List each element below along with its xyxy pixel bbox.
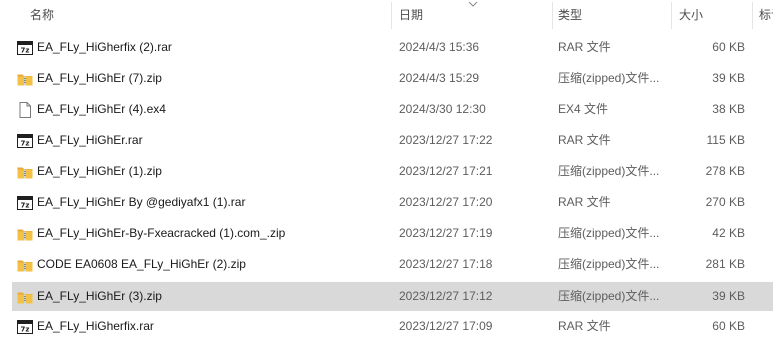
zip-folder-icon: [17, 289, 33, 305]
file-type: 压缩(zipped)文件...: [558, 289, 660, 303]
file-name: EA_FLy_HiGhEr (3).zip: [37, 289, 162, 303]
file-size: 39 KB: [712, 289, 745, 303]
zip-folder-icon: [17, 257, 33, 273]
column-header-size[interactable]: 大小: [679, 0, 749, 31]
zip-folder-icon: [17, 71, 33, 87]
file-type: 压缩(zipped)文件...: [558, 257, 660, 271]
file-row[interactable]: EA_FLy_HiGhEr-By-Fxeacracked (1).com_.zi…: [12, 219, 773, 248]
file-row[interactable]: EA_FLy_HiGhEr (4).ex4 2024/3/30 12:30 EX4 …: [12, 95, 773, 124]
file-row[interactable]: 7z EA_FLy_HiGherfix (2).rar 2024/4/3 15:36…: [12, 33, 773, 62]
file-row[interactable]: 7z EA_FLy_HiGhEr.rar 2023/12/27 17:22 RAR 文…: [12, 126, 773, 155]
file-name: EA_FLy_HiGhEr By @gediyafx1 (1).rar: [37, 195, 246, 209]
file-size: 278 KB: [705, 164, 745, 178]
file-row[interactable]: EA_FLy_HiGhEr (1).zip 2023/12/27 17:21 压缩(…: [12, 157, 773, 186]
column-header-tags[interactable]: 标记: [759, 0, 773, 31]
file-date: 2023/12/27 17:21: [399, 164, 493, 178]
file-type: 压缩(zipped)文件...: [558, 226, 660, 240]
zip-folder-icon: [17, 226, 33, 242]
svg-text:7z: 7z: [21, 140, 30, 148]
file-date: 2023/12/27 17:19: [399, 226, 493, 240]
rar-archive-icon: 7z: [17, 133, 33, 149]
file-name: EA_FLy_HiGhEr (7).zip: [37, 71, 162, 85]
file-type: RAR 文件: [558, 133, 611, 147]
column-divider[interactable]: [671, 2, 672, 29]
file-date: 2023/12/27 17:12: [399, 289, 493, 303]
file-row[interactable]: EA_FLy_HiGhEr (3).zip 2023/12/27 17:12 压缩(…: [12, 282, 773, 311]
column-divider[interactable]: [552, 2, 553, 29]
svg-text:7z: 7z: [21, 326, 30, 334]
svg-text:7z: 7z: [21, 202, 30, 210]
file-name: EA_FLy_HiGhEr.rar: [37, 133, 143, 147]
column-header-type[interactable]: 类型: [558, 0, 668, 31]
file-size: 281 KB: [705, 257, 745, 271]
file-size: 115 KB: [706, 133, 745, 147]
file-date: 2023/12/27 17:22: [399, 133, 493, 147]
file-row[interactable]: CODE EA0608 EA_FLy_HiGhEr (2).zip 2023/12…: [12, 250, 773, 279]
column-header-bar: 名称 日期 类型 大小 标记: [0, 0, 773, 31]
column-divider[interactable]: [752, 2, 753, 29]
file-date: 2024/4/3 15:36: [399, 40, 480, 54]
column-divider[interactable]: [391, 2, 392, 29]
rar-archive-icon: 7z: [17, 195, 33, 211]
file-size: 270 KB: [705, 195, 745, 209]
file-name: EA_FLy_HiGherfix.rar: [37, 319, 154, 333]
file-type: RAR 文件: [558, 319, 611, 333]
svg-text:7z: 7z: [21, 47, 30, 55]
file-size: 60 KB: [712, 319, 745, 333]
file-name: CODE EA0608 EA_FLy_HiGhEr (2).zip: [37, 257, 246, 271]
rar-archive-icon: 7z: [17, 319, 33, 335]
file-date: 2023/12/27 17:20: [399, 195, 493, 209]
file-row[interactable]: EA_FLy_HiGhEr (7).zip 2024/4/3 15:29 压缩(zi…: [12, 64, 773, 93]
zip-folder-icon: [17, 164, 33, 180]
file-name: EA_FLy_HiGhEr (1).zip: [37, 164, 162, 178]
file-date: 2023/12/27 17:18: [399, 257, 493, 271]
file-name: EA_FLy_HiGhEr (4).ex4: [37, 102, 166, 116]
file-size: 38 KB: [712, 102, 745, 116]
file-type: EX4 文件: [558, 102, 609, 116]
file-type: RAR 文件: [558, 40, 611, 54]
file-type: 压缩(zipped)文件...: [558, 164, 660, 178]
file-name: EA_FLy_HiGherfix (2).rar: [37, 40, 172, 54]
file-name: EA_FLy_HiGhEr-By-Fxeacracked (1).com_.zi…: [37, 226, 286, 240]
file-date: 2024/4/3 15:29: [399, 71, 480, 85]
file-row[interactable]: 7z EA_FLy_HiGherfix.rar 2023/12/27 17:09 RA…: [12, 312, 773, 341]
column-header-date[interactable]: 日期: [399, 0, 544, 31]
file-date: 2024/3/30 12:30: [399, 102, 486, 116]
file-type: RAR 文件: [558, 195, 611, 209]
generic-file-icon: [17, 102, 33, 118]
file-size: 60 KB: [712, 40, 745, 54]
file-type: 压缩(zipped)文件...: [558, 71, 660, 85]
column-header-name[interactable]: 名称: [30, 0, 385, 31]
rar-archive-icon: 7z: [17, 40, 33, 56]
file-size: 42 KB: [712, 226, 745, 240]
file-row[interactable]: 7z EA_FLy_HiGhEr By @gediyafx1 (1).rar 202…: [12, 188, 773, 217]
file-date: 2023/12/27 17:09: [399, 319, 493, 333]
file-size: 39 KB: [712, 71, 745, 85]
